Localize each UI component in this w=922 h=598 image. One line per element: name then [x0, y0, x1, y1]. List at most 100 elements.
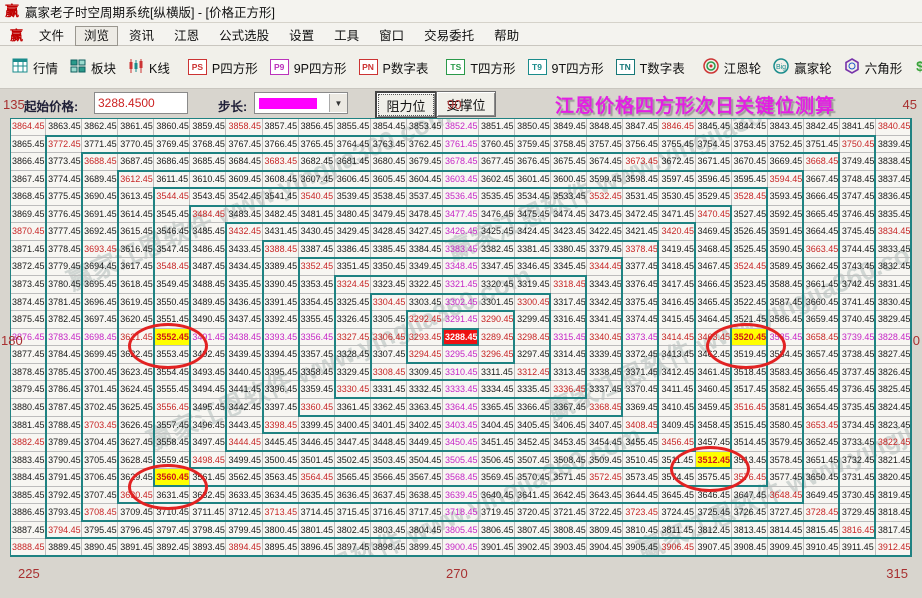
price-cell[interactable]: 3420.45: [659, 223, 696, 241]
price-cell[interactable]: 3895.45: [262, 539, 299, 557]
price-cell[interactable]: 3836.45: [875, 188, 912, 206]
price-cell[interactable]: 3549.45: [154, 276, 191, 294]
price-cell[interactable]: 3711.45: [190, 504, 227, 522]
price-cell[interactable]: 3362.45: [370, 398, 407, 417]
price-cell[interactable]: 3364.45: [442, 398, 480, 417]
price-cell[interactable]: 3724.45: [659, 504, 696, 522]
price-cell[interactable]: 3501.45: [298, 451, 335, 470]
price-cell[interactable]: 3824.45: [875, 398, 912, 417]
resistance-button[interactable]: 阻力位: [375, 91, 437, 119]
toolbar-button-K线[interactable]: K线: [122, 54, 176, 81]
price-cell[interactable]: 3312.45: [515, 363, 552, 382]
toolbar-button-板块[interactable]: 板块: [64, 54, 122, 81]
price-cell[interactable]: 3648.45: [767, 486, 804, 505]
price-cell[interactable]: 3544.45: [154, 188, 191, 206]
price-cell[interactable]: 3726.45: [731, 504, 768, 522]
price-cell[interactable]: 3737.45: [839, 363, 876, 382]
price-cell[interactable]: 3770.45: [118, 135, 155, 154]
price-cell[interactable]: 3386.45: [334, 240, 371, 259]
price-cell[interactable]: 3721.45: [551, 504, 588, 522]
price-cell[interactable]: 3700.45: [82, 363, 119, 382]
price-cell[interactable]: 3296.45: [479, 346, 516, 364]
menu-item-窗口[interactable]: 窗口: [370, 26, 413, 46]
price-cell[interactable]: 3730.45: [839, 486, 876, 505]
price-cell[interactable]: 3316.45: [551, 311, 588, 329]
price-cell[interactable]: 3709.45: [118, 504, 155, 522]
price-cell[interactable]: 3414.45: [659, 328, 696, 347]
price-cell[interactable]: 3833.45: [875, 240, 912, 259]
price-cell[interactable]: 3401.45: [370, 416, 407, 435]
menu-item-帮助[interactable]: 帮助: [485, 26, 528, 46]
price-cell[interactable]: 3500.45: [262, 451, 299, 470]
price-cell[interactable]: 3343.45: [587, 276, 624, 294]
price-cell[interactable]: 3510.45: [623, 451, 660, 470]
price-cell[interactable]: 3704.45: [82, 434, 119, 452]
price-cell[interactable]: 3848.45: [587, 118, 624, 136]
price-cell[interactable]: 3545.45: [154, 205, 191, 224]
price-cell[interactable]: 3697.45: [82, 311, 119, 329]
price-cell[interactable]: 3668.45: [803, 153, 840, 171]
price-cell[interactable]: 3288.45: [442, 328, 480, 347]
price-cell[interactable]: 3573.45: [623, 469, 660, 487]
price-cell[interactable]: 3470.45: [695, 205, 732, 224]
price-cell[interactable]: 3850.45: [515, 118, 552, 136]
price-cell[interactable]: 3476.45: [479, 205, 516, 224]
price-cell[interactable]: 3896.45: [298, 539, 335, 557]
price-cell[interactable]: 3569.45: [479, 469, 516, 487]
price-cell[interactable]: 3396.45: [262, 381, 299, 399]
price-cell[interactable]: 3314.45: [551, 346, 588, 364]
price-cell[interactable]: 3495.45: [190, 398, 227, 417]
price-cell[interactable]: 3416.45: [659, 293, 696, 312]
price-cell[interactable]: 3653.45: [803, 416, 840, 435]
price-cell[interactable]: 3479.45: [370, 205, 407, 224]
price-cell[interactable]: 3550.45: [154, 293, 191, 312]
price-cell[interactable]: 3558.45: [154, 434, 191, 452]
price-cell[interactable]: 3433.45: [226, 240, 263, 259]
price-cell[interactable]: 3666.45: [803, 188, 840, 206]
price-cell[interactable]: 3596.45: [695, 170, 732, 189]
price-cell[interactable]: 3553.45: [154, 346, 191, 364]
price-cell[interactable]: 3729.45: [839, 504, 876, 522]
price-cell[interactable]: 3535.45: [479, 188, 516, 206]
price-cell[interactable]: 3426.45: [442, 223, 480, 241]
price-cell[interactable]: 3547.45: [154, 240, 191, 259]
price-cell[interactable]: 3880.45: [10, 398, 47, 417]
price-cell[interactable]: 3821.45: [875, 451, 912, 470]
price-cell[interactable]: 3904.45: [587, 539, 624, 557]
price-cell[interactable]: 3578.45: [767, 451, 804, 470]
price-cell[interactable]: 3897.45: [334, 539, 371, 557]
price-cell[interactable]: 3698.45: [82, 328, 119, 347]
price-cell[interactable]: 3662.45: [803, 258, 840, 277]
price-cell[interactable]: 3384.45: [406, 240, 443, 259]
price-cell[interactable]: 3371.45: [623, 363, 660, 382]
price-cell[interactable]: 3642.45: [551, 486, 588, 505]
price-cell[interactable]: 3492.45: [190, 346, 227, 364]
price-cell[interactable]: 3585.45: [767, 328, 804, 347]
price-cell[interactable]: 3763.45: [370, 135, 407, 154]
menu-item-江恩[interactable]: 江恩: [165, 26, 208, 46]
price-cell[interactable]: 3804.45: [406, 521, 443, 540]
price-cell[interactable]: 3891.45: [118, 539, 155, 557]
price-cell[interactable]: 3507.45: [515, 451, 552, 470]
price-cell[interactable]: 3789.45: [46, 434, 83, 452]
price-cell[interactable]: 3539.45: [334, 188, 371, 206]
price-cell[interactable]: 3427.45: [406, 223, 443, 241]
price-cell[interactable]: 3477.45: [442, 205, 480, 224]
price-cell[interactable]: 3517.45: [731, 381, 768, 399]
price-cell[interactable]: 3705.45: [82, 451, 119, 470]
price-cell[interactable]: 3515.45: [731, 416, 768, 435]
price-cell[interactable]: 3450.45: [442, 434, 480, 452]
price-cell[interactable]: 3632.45: [190, 486, 227, 505]
price-cell[interactable]: 3447.45: [334, 434, 371, 452]
price-cell[interactable]: 3593.45: [767, 188, 804, 206]
price-cell[interactable]: 3413.45: [659, 346, 696, 364]
price-cell[interactable]: 3849.45: [551, 118, 588, 136]
price-cell[interactable]: 3299.45: [515, 311, 552, 329]
price-cell[interactable]: 3699.45: [82, 346, 119, 364]
price-cell[interactable]: 3685.45: [190, 153, 227, 171]
price-cell[interactable]: 3451.45: [479, 434, 516, 452]
price-cell[interactable]: 3689.45: [82, 170, 119, 189]
price-cell[interactable]: 3610.45: [190, 170, 227, 189]
price-cell[interactable]: 3679.45: [406, 153, 443, 171]
price-cell[interactable]: 3761.45: [442, 135, 480, 154]
